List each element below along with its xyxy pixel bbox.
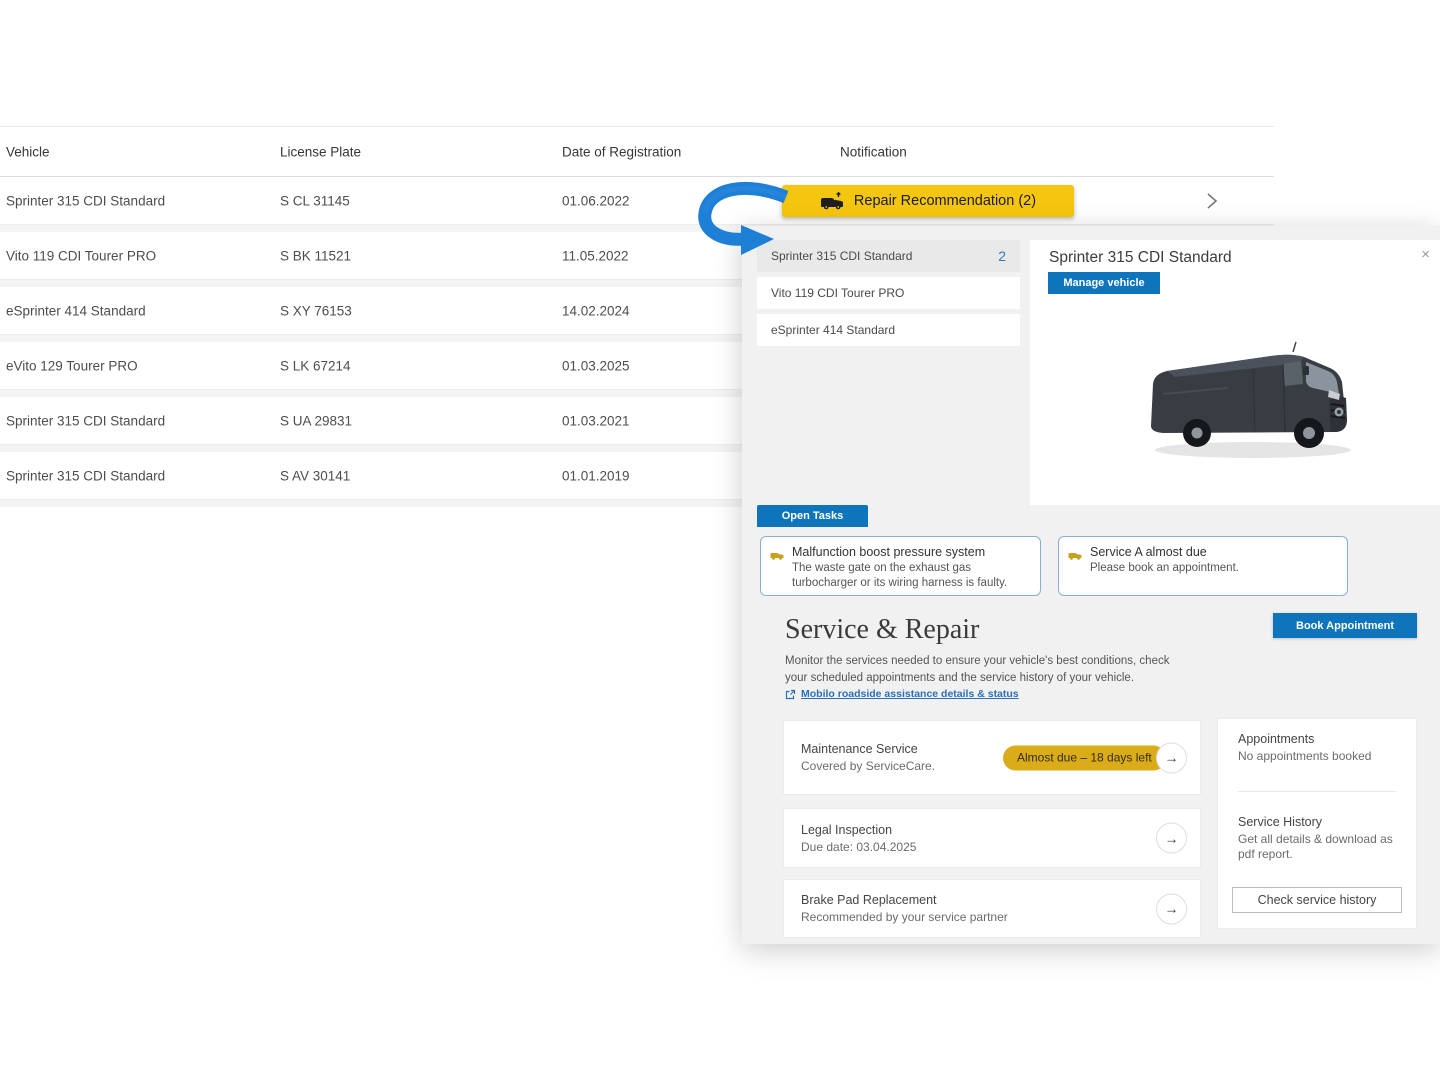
column-header-license-plate: License Plate <box>280 144 361 159</box>
service-repair-heading: Service & Repair <box>785 614 979 646</box>
task-card-malfunction[interactable]: Malfunction boost pressure system The wa… <box>760 536 1041 596</box>
open-brake-pad-button[interactable]: → <box>1156 893 1187 924</box>
license-plate: S BK 11521 <box>280 248 351 263</box>
vehicle-name: Vito 119 CDI Tourer PRO <box>6 248 156 263</box>
vehicle-name: Sprinter 315 CDI Standard <box>6 468 165 483</box>
vehicle-name: Sprinter 315 CDI Standard <box>6 193 165 208</box>
service-history-title: Service History <box>1238 815 1398 829</box>
arrow-right-icon: → <box>1165 901 1179 917</box>
service-card-title: Legal Inspection <box>801 823 1200 837</box>
service-card-title: Brake Pad Replacement <box>801 893 1200 907</box>
registration-date: 14.02.2024 <box>562 303 630 318</box>
service-repair-description: Monitor the services needed to ensure yo… <box>785 653 1173 686</box>
vehicle-list-item-esprinter-414[interactable]: eSprinter 414 Standard <box>757 314 1020 346</box>
almost-due-badge: Almost due – 18 days left <box>1003 745 1166 770</box>
open-tasks-tab[interactable]: Open Tasks <box>757 505 868 527</box>
notification-count-badge: 2 <box>998 248 1006 264</box>
vehicle-list-item-label: eSprinter 414 Standard <box>771 323 895 337</box>
task-title: Malfunction boost pressure system <box>792 545 1032 559</box>
arrow-right-icon: → <box>1165 830 1179 846</box>
task-van-icon <box>770 548 784 566</box>
registration-date: 01.06.2022 <box>562 193 630 208</box>
registration-date: 11.05.2022 <box>562 248 629 263</box>
book-appointment-button[interactable]: Book Appointment <box>1273 613 1417 638</box>
vehicle-detail-overlay: Sprinter 315 CDI Standard 2 Vito 119 CDI… <box>742 226 1440 944</box>
task-description: Please book an appointment. <box>1090 561 1339 576</box>
task-description: The waste gate on the exhaust gas turboc… <box>792 561 1032 591</box>
registration-date: 01.03.2021 <box>562 413 630 428</box>
registration-date: 01.03.2025 <box>562 358 630 373</box>
license-plate: S CL 31145 <box>280 193 350 208</box>
vehicle-list-item-sprinter-315[interactable]: Sprinter 315 CDI Standard 2 <box>757 240 1020 272</box>
vehicle-name: eSprinter 414 Standard <box>6 303 146 318</box>
service-card-subtitle: Recommended by your service partner <box>801 910 1200 924</box>
service-card-brake-pad[interactable]: Brake Pad Replacement Recommended by you… <box>783 879 1201 938</box>
vehicle-list-item-label: Sprinter 315 CDI Standard <box>771 249 912 263</box>
repair-recommendation-button[interactable]: Repair Recommendation (2) <box>782 185 1074 217</box>
chevron-right-icon <box>1206 199 1218 214</box>
vehicle-name: Sprinter 315 CDI Standard <box>6 413 165 428</box>
license-plate: S UA 29831 <box>280 413 352 428</box>
row-expand-button[interactable] <box>1206 191 1218 211</box>
appointments-status: No appointments booked <box>1238 749 1371 764</box>
fleet-dashboard: Vehicle License Plate Date of Registrati… <box>0 0 1440 1080</box>
mobilo-roadside-assistance-link[interactable]: Mobilo roadside assistance details & sta… <box>785 688 1019 700</box>
vehicle-detail-card: Sprinter 315 CDI Standard Manage vehicle… <box>1030 240 1440 505</box>
open-legal-inspection-button[interactable]: → <box>1156 823 1187 854</box>
arrow-right-icon: → <box>1165 750 1179 766</box>
close-icon[interactable]: × <box>1421 246 1430 263</box>
open-maintenance-button[interactable]: → <box>1156 742 1187 773</box>
repair-recommendation-label: Repair Recommendation (2) <box>854 193 1036 209</box>
table-header-row: Vehicle License Plate Date of Registrati… <box>0 127 1274 177</box>
service-history-description: Get all details & download as pdf report… <box>1238 832 1398 863</box>
vehicle-list-item-vito-119[interactable]: Vito 119 CDI Tourer PRO <box>757 277 1020 309</box>
vehicle-detail-title: Sprinter 315 CDI Standard <box>1049 249 1232 267</box>
mobilo-link-label: Mobilo roadside assistance details & sta… <box>801 688 1019 700</box>
task-card-service-a[interactable]: Service A almost due Please book an appo… <box>1058 536 1348 596</box>
appointments-block: Appointments No appointments booked <box>1238 732 1371 764</box>
appointments-title: Appointments <box>1238 732 1371 746</box>
repair-van-icon <box>820 192 844 210</box>
panel-divider <box>1238 791 1396 792</box>
column-header-date-of-registration: Date of Registration <box>562 144 681 159</box>
task-van-icon <box>1068 548 1082 566</box>
vehicle-photo-sprinter-van <box>1133 336 1371 468</box>
appointments-history-panel: Appointments No appointments booked Serv… <box>1217 718 1417 929</box>
service-card-subtitle: Due date: 03.04.2025 <box>801 840 1200 854</box>
check-service-history-button[interactable]: Check service history <box>1232 887 1402 913</box>
service-card-maintenance[interactable]: Maintenance Service Covered by ServiceCa… <box>783 720 1201 795</box>
column-header-vehicle: Vehicle <box>6 144 50 159</box>
registration-date: 01.01.2019 <box>562 468 630 483</box>
license-plate: S AV 30141 <box>280 468 350 483</box>
vehicle-list-item-label: Vito 119 CDI Tourer PRO <box>771 286 904 300</box>
vehicle-name: eVito 129 Tourer PRO <box>6 358 138 373</box>
task-title: Service A almost due <box>1090 545 1339 559</box>
overlay-vehicle-list: Sprinter 315 CDI Standard 2 Vito 119 CDI… <box>757 240 1020 351</box>
column-header-notification: Notification <box>840 144 907 159</box>
service-card-legal-inspection[interactable]: Legal Inspection Due date: 03.04.2025 → <box>783 808 1201 868</box>
service-history-block: Service History Get all details & downlo… <box>1238 815 1398 863</box>
license-plate: S LK 67214 <box>280 358 351 373</box>
external-link-icon <box>785 689 796 700</box>
annotation-curved-arrow-icon <box>692 180 792 264</box>
table-row[interactable]: Sprinter 315 CDI Standard S CL 31145 01.… <box>0 177 1274 225</box>
manage-vehicle-button[interactable]: Manage vehicle <box>1048 272 1160 294</box>
license-plate: S XY 76153 <box>280 303 352 318</box>
